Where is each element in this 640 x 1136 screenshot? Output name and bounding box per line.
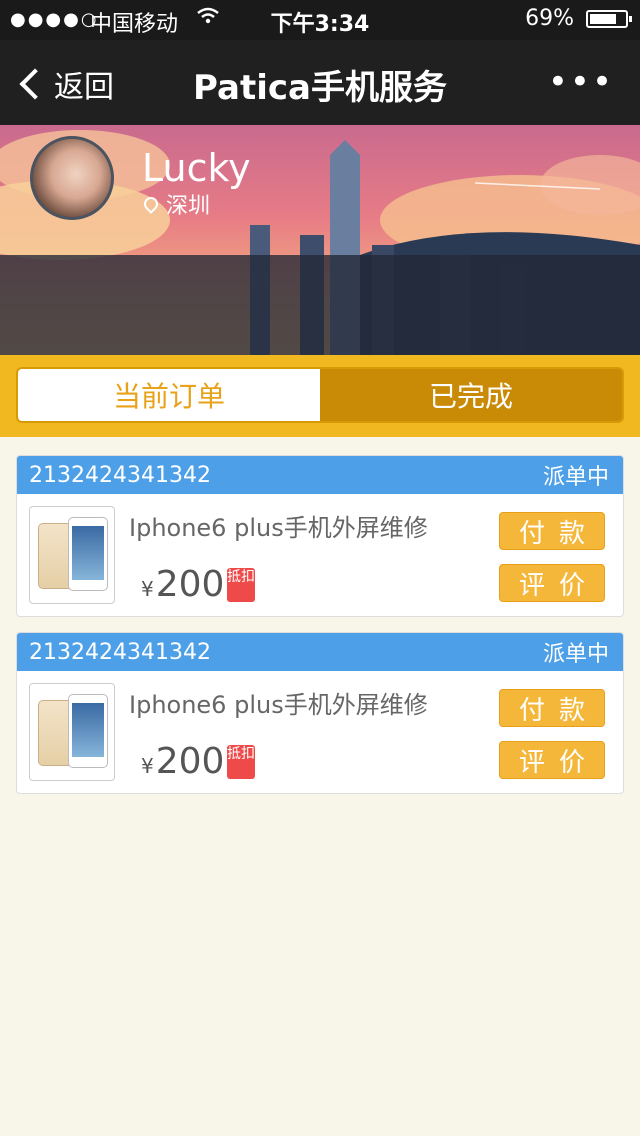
order-number: 2132424341342 <box>29 462 211 488</box>
tab-bar: 当前订单 已完成 <box>0 355 640 437</box>
currency-symbol: ¥ <box>141 754 154 778</box>
review-button[interactable]: 评价 <box>499 564 605 602</box>
tab-current-orders[interactable]: 当前订单 <box>18 369 320 421</box>
city-label: 深圳 <box>166 194 211 219</box>
product-image <box>29 683 115 781</box>
order-status: 派单中 <box>542 642 609 667</box>
review-button[interactable]: 评价 <box>499 741 605 779</box>
battery-percent: 69% <box>525 6 574 31</box>
more-icon[interactable]: ••• <box>548 62 614 102</box>
location-pin-icon <box>141 194 161 214</box>
order-header: 2132424341342 派单中 <box>17 456 623 494</box>
product-name: Iphone6 plus手机外屏维修 <box>129 691 428 719</box>
nav-bar: 返回 Patica手机服务 ••• <box>0 40 640 125</box>
tab-completed[interactable]: 已完成 <box>320 369 622 421</box>
discount-tag: 抵扣 <box>227 568 255 602</box>
order-card[interactable]: 2132424341342 派单中 Iphone6 plus手机外屏维修 ¥ 2… <box>16 632 624 794</box>
product-image <box>29 506 115 604</box>
username: Lucky <box>142 146 251 190</box>
price-amount: 200 <box>155 564 225 605</box>
order-header: 2132424341342 派单中 <box>17 633 623 671</box>
order-number: 2132424341342 <box>29 639 211 665</box>
price: ¥ 200 <box>141 741 224 782</box>
order-status: 派单中 <box>542 465 609 490</box>
product-name: Iphone6 plus手机外屏维修 <box>129 514 428 542</box>
battery-icon <box>586 10 632 28</box>
currency-symbol: ¥ <box>141 577 154 601</box>
price-amount: 200 <box>155 741 225 782</box>
profile-strip <box>0 255 640 355</box>
location: 深圳 <box>141 188 211 220</box>
discount-tag: 抵扣 <box>227 745 255 779</box>
price: ¥ 200 <box>141 564 224 605</box>
page-title: Patica手机服务 <box>193 68 447 108</box>
pay-button[interactable]: 付款 <box>499 689 605 727</box>
order-card[interactable]: 2132424341342 派单中 Iphone6 plus手机外屏维修 ¥ 2… <box>16 455 624 617</box>
pay-button[interactable]: 付款 <box>499 512 605 550</box>
status-bar: ●●●●○ 中国移动 下午3:34 69% <box>0 0 640 40</box>
avatar[interactable] <box>30 136 114 220</box>
